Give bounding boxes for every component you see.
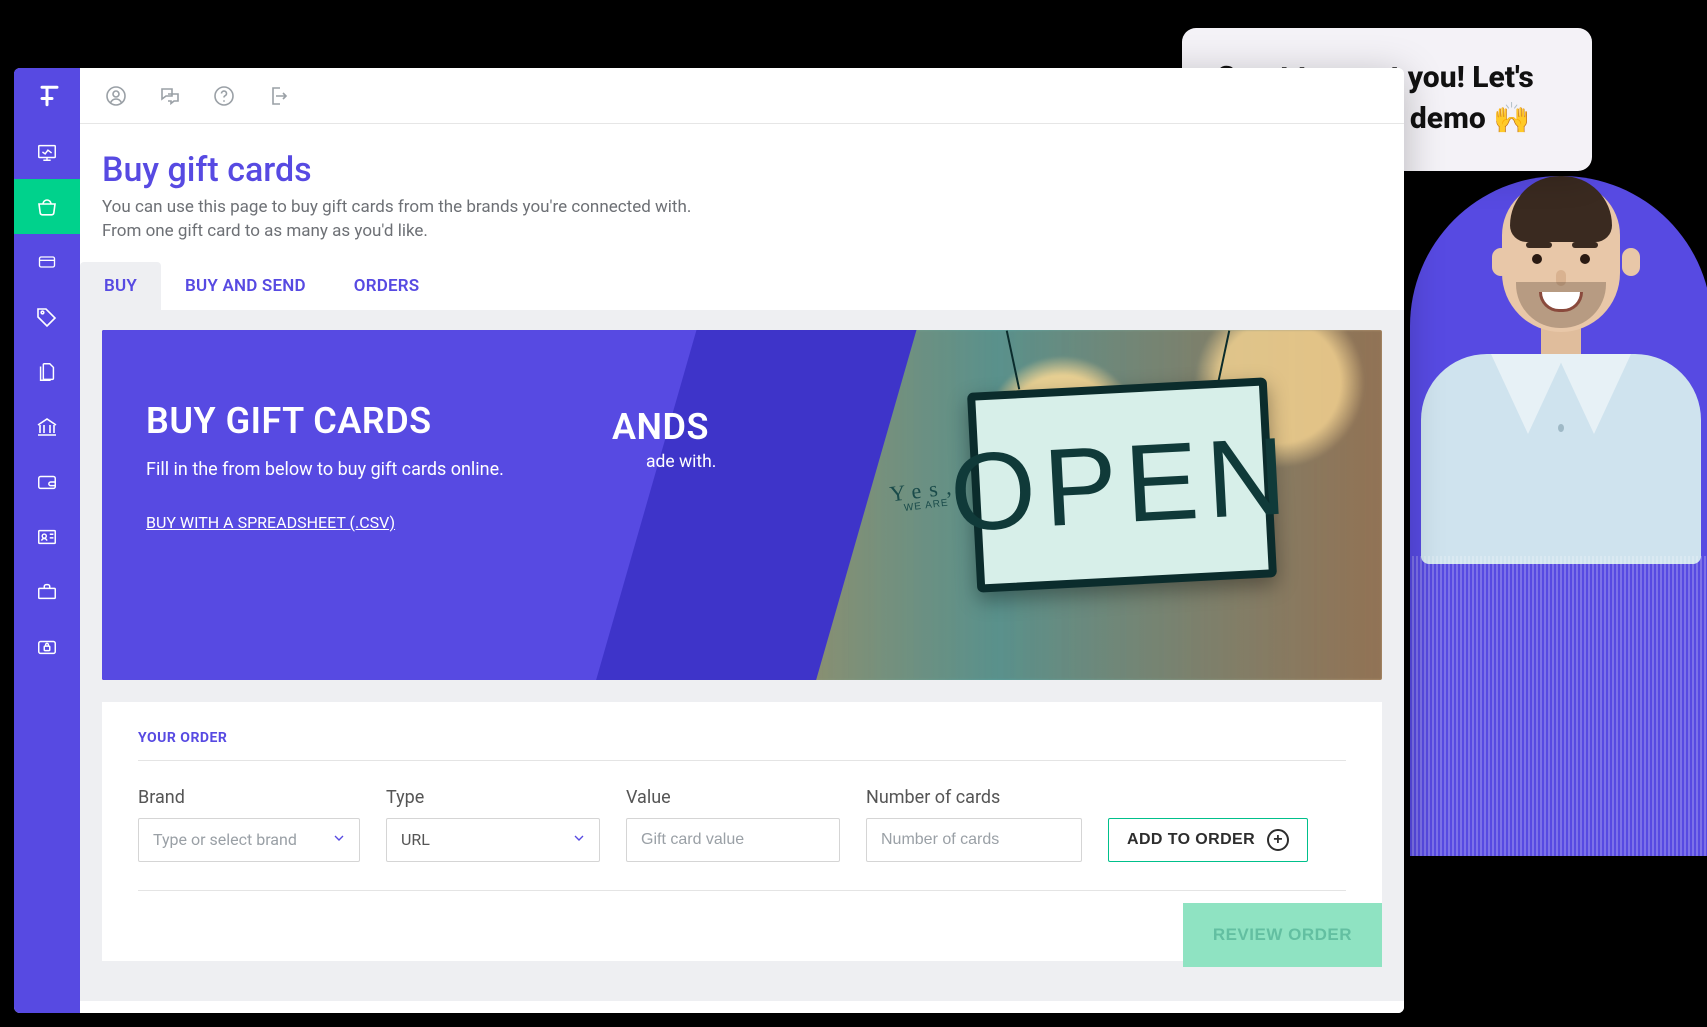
hero-title: BUY GIFT CARDS — [146, 400, 666, 442]
plus-circle-icon: + — [1267, 829, 1289, 851]
label-value: Value — [626, 787, 840, 808]
tab-label: ORDERS — [354, 276, 420, 296]
count-input-wrap — [866, 818, 1082, 862]
demo-base-shadow — [1402, 865, 1707, 1027]
value-input-wrap — [626, 818, 840, 862]
nav-cards[interactable] — [14, 234, 80, 289]
nav-contacts[interactable] — [14, 509, 80, 564]
topbar — [80, 68, 1404, 124]
nav-buy-gift-cards[interactable] — [14, 179, 80, 234]
type-select[interactable]: URL — [386, 818, 600, 862]
label-count: Number of cards — [866, 787, 1082, 808]
nav-secure-card[interactable] — [14, 619, 80, 674]
order-card: YOUR ORDER Brand Type or select brand — [102, 702, 1382, 961]
tab-buy[interactable]: BUY — [80, 262, 161, 310]
user-icon[interactable] — [102, 82, 130, 110]
main-column: Buy gift cards You can use this page to … — [80, 68, 1404, 1013]
chevron-down-icon — [571, 830, 587, 850]
review-order-label: REVIEW ORDER — [1213, 925, 1352, 944]
field-type: Type URL — [386, 787, 600, 862]
tabs: BUY BUY AND SEND ORDERS — [80, 262, 1404, 310]
label-brand: Brand — [138, 787, 360, 808]
order-form-row: Brand Type or select brand Type URL — [138, 787, 1346, 862]
help-icon[interactable] — [210, 82, 238, 110]
hero-description: Fill in the from below to buy gift cards… — [146, 456, 666, 483]
tab-panel: Yes,WE ARE OPEN ANDS ade with. BUY GIFT … — [80, 310, 1404, 1001]
tab-buy-and-send[interactable]: BUY AND SEND — [161, 262, 330, 310]
field-count: Number of cards — [866, 787, 1082, 862]
open-sign-graphic: Yes,WE ARE OPEN — [967, 377, 1277, 592]
nav-bank[interactable] — [14, 399, 80, 454]
brand-select[interactable]: Type or select brand — [138, 818, 360, 862]
brand-select-placeholder: Type or select brand — [153, 830, 297, 849]
label-type: Type — [386, 787, 600, 808]
count-input[interactable] — [881, 819, 1043, 861]
add-to-order-label: ADD TO ORDER — [1127, 831, 1255, 849]
tab-label: BUY AND SEND — [185, 276, 306, 296]
content: Buy gift cards You can use this page to … — [80, 124, 1404, 1001]
field-brand: Brand Type or select brand — [138, 787, 360, 862]
nav-documents[interactable] — [14, 344, 80, 399]
review-order-button[interactable]: REVIEW ORDER — [1183, 903, 1382, 967]
page-subtitle: You can use this page to buy gift cards … — [80, 196, 720, 262]
hero-csv-link[interactable]: BUY WITH A SPREADSHEET (.CSV) — [146, 513, 395, 532]
nav-dashboard[interactable] — [14, 124, 80, 179]
brand-logo[interactable] — [14, 68, 80, 124]
nav-wallet[interactable] — [14, 454, 80, 509]
order-heading: YOUR ORDER — [138, 730, 1346, 746]
nav-briefcase[interactable] — [14, 564, 80, 619]
value-input[interactable] — [641, 819, 801, 861]
sidebar — [14, 68, 80, 1013]
app-window: Buy gift cards You can use this page to … — [14, 68, 1404, 1013]
chevron-down-icon — [331, 830, 347, 850]
page-title: Buy gift cards — [80, 150, 1404, 196]
logout-icon[interactable] — [264, 82, 292, 110]
hero-banner: Yes,WE ARE OPEN ANDS ade with. BUY GIFT … — [102, 330, 1382, 680]
chat-icon[interactable] — [156, 82, 184, 110]
demo-presenter — [1410, 176, 1707, 856]
tab-orders[interactable]: ORDERS — [330, 262, 444, 310]
tab-label: BUY — [104, 276, 137, 296]
add-to-order-button[interactable]: ADD TO ORDER + — [1108, 818, 1308, 862]
field-value: Value — [626, 787, 840, 862]
type-select-value: URL — [401, 830, 430, 849]
nav-tags[interactable] — [14, 289, 80, 344]
